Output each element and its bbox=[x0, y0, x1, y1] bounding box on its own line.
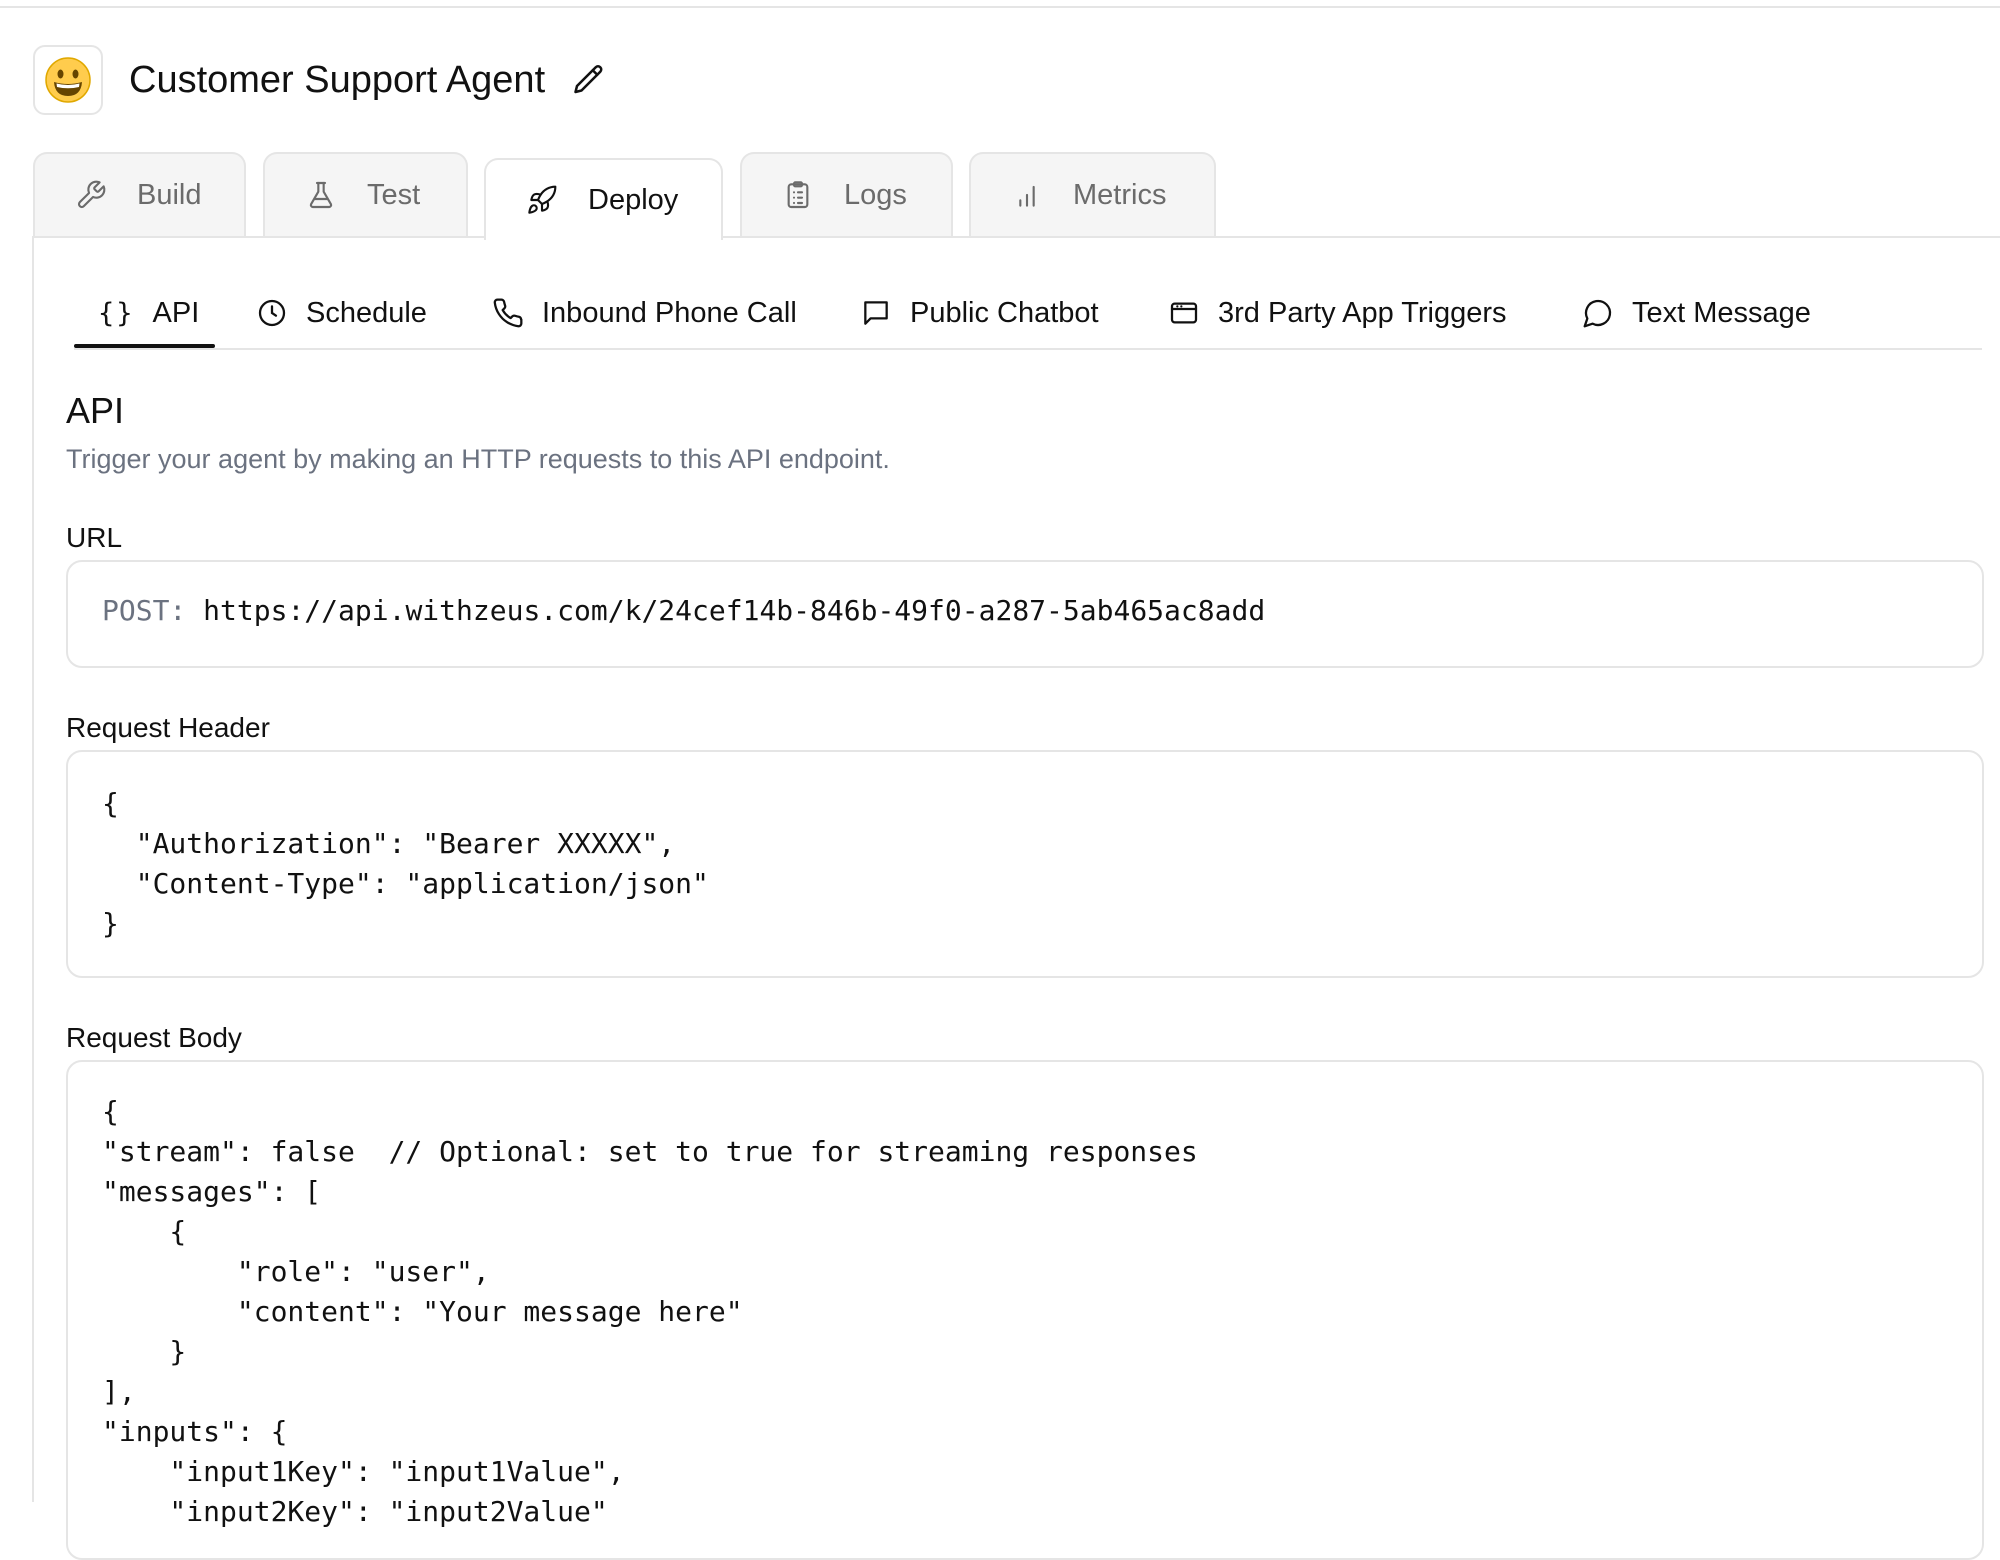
subtab-third-party-app-triggers-label: 3rd Party App Triggers bbox=[1218, 296, 1507, 329]
tab-logs-label: Logs bbox=[844, 178, 907, 211]
bar-chart-icon bbox=[1019, 185, 1035, 207]
top-border bbox=[0, 6, 2000, 8]
pencil-icon[interactable] bbox=[571, 62, 607, 98]
wrench-icon bbox=[77, 180, 106, 209]
subtab-text-message-label: Text Message bbox=[1632, 296, 1811, 329]
section-title: API bbox=[66, 390, 125, 431]
url-method: POST: bbox=[102, 594, 187, 627]
url-text: POST: https://api.withzeus.com/k/24cef14… bbox=[102, 594, 1265, 627]
request-header-code: { "Authorization": "Bearer XXXXX", "Cont… bbox=[102, 787, 709, 940]
tab-logs[interactable]: Logs bbox=[740, 152, 953, 236]
agent-name: Customer Support Agent bbox=[129, 58, 546, 101]
subtab-public-chatbot-label: Public Chatbot bbox=[910, 296, 1099, 329]
subtab-public-chatbot[interactable]: Public Chatbot bbox=[860, 280, 1099, 346]
url-box[interactable]: POST: https://api.withzeus.com/k/24cef14… bbox=[66, 560, 1984, 668]
agent-avatar[interactable] bbox=[33, 45, 103, 115]
tab-test[interactable]: Test bbox=[263, 152, 468, 236]
grinning-face-icon bbox=[45, 57, 91, 103]
agent-header: Customer Support Agent bbox=[33, 44, 607, 116]
clock-icon bbox=[258, 299, 286, 327]
subtab-schedule[interactable]: Schedule bbox=[256, 280, 427, 346]
subtab-inbound-phone-call-label: Inbound Phone Call bbox=[542, 296, 797, 329]
subtab-schedule-label: Schedule bbox=[306, 296, 427, 329]
braces-icon: {} bbox=[98, 297, 135, 329]
section-description: Trigger your agent by making an HTTP req… bbox=[66, 444, 890, 474]
rocket-icon bbox=[528, 185, 557, 214]
flask-icon bbox=[309, 181, 333, 209]
app-window-icon bbox=[1170, 302, 1198, 324]
subtab-api-label: API bbox=[152, 296, 200, 329]
panel-left-border bbox=[32, 236, 34, 1502]
url-label: URL bbox=[66, 522, 123, 553]
request-header-box[interactable]: { "Authorization": "Bearer XXXXX", "Cont… bbox=[66, 750, 1984, 978]
chat-bubble-icon bbox=[1583, 299, 1612, 328]
tab-test-label: Test bbox=[367, 178, 421, 211]
tab-build-label: Build bbox=[137, 178, 202, 211]
subtab-text-message[interactable]: Text Message bbox=[1582, 280, 1811, 346]
tab-metrics-label: Metrics bbox=[1073, 178, 1167, 211]
request-header-label: Request Header bbox=[66, 712, 270, 743]
subtab-api[interactable]: {} API bbox=[98, 280, 199, 346]
request-body-code: { "stream": false // Optional: set to tr… bbox=[102, 1095, 1198, 1528]
url-value: https://api.withzeus.com/k/24cef14b-846b… bbox=[203, 594, 1266, 627]
subtab-third-party-app-triggers[interactable]: 3rd Party App Triggers bbox=[1168, 280, 1507, 346]
tab-deploy-label: Deploy bbox=[588, 183, 679, 216]
request-body-box[interactable]: { "stream": false // Optional: set to tr… bbox=[66, 1060, 1984, 1560]
request-body-label: Request Body bbox=[66, 1022, 242, 1053]
clipboard-icon bbox=[787, 181, 809, 209]
tab-build[interactable]: Build bbox=[33, 152, 246, 236]
tab-metrics[interactable]: Metrics bbox=[969, 152, 1216, 236]
tabs-divider bbox=[33, 236, 2000, 238]
subtab-inbound-phone-call[interactable]: Inbound Phone Call bbox=[492, 280, 797, 346]
phone-icon bbox=[493, 298, 523, 328]
chat-square-icon bbox=[864, 301, 888, 325]
subtabs-divider bbox=[74, 348, 1982, 350]
tab-deploy[interactable]: Deploy bbox=[484, 158, 723, 240]
